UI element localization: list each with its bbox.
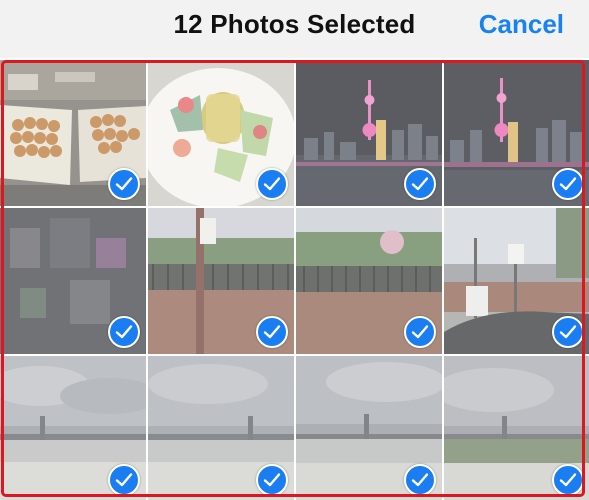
photo-thumbnail[interactable] (0, 208, 146, 354)
selected-checkmark-icon (552, 168, 584, 200)
selected-checkmark-icon (256, 168, 288, 200)
navigation-bar: 12 Photos Selected Cancel (0, 0, 589, 58)
photo-thumbnail[interactable] (148, 208, 294, 354)
photo-thumbnail[interactable] (296, 208, 442, 354)
selected-checkmark-icon (256, 464, 288, 496)
photo-thumbnail[interactable] (0, 60, 146, 206)
photo-thumbnail[interactable] (0, 356, 146, 500)
selected-checkmark-icon (108, 464, 140, 496)
selected-checkmark-icon (404, 168, 436, 200)
selected-checkmark-icon (256, 316, 288, 348)
photo-thumbnail[interactable] (444, 208, 589, 354)
cancel-button[interactable]: Cancel (479, 9, 564, 40)
photo-thumbnail[interactable] (296, 356, 442, 500)
selected-checkmark-icon (108, 168, 140, 200)
selected-checkmark-icon (404, 464, 436, 496)
selected-checkmark-icon (552, 464, 584, 496)
photo-thumbnail[interactable] (444, 356, 589, 500)
photo-thumbnail[interactable] (296, 60, 442, 206)
photo-grid (0, 60, 589, 500)
selected-checkmark-icon (404, 316, 436, 348)
selected-checkmark-icon (108, 316, 140, 348)
selected-checkmark-icon (552, 316, 584, 348)
photo-thumbnail[interactable] (148, 60, 294, 206)
photo-thumbnail[interactable] (444, 60, 589, 206)
photo-thumbnail[interactable] (148, 356, 294, 500)
